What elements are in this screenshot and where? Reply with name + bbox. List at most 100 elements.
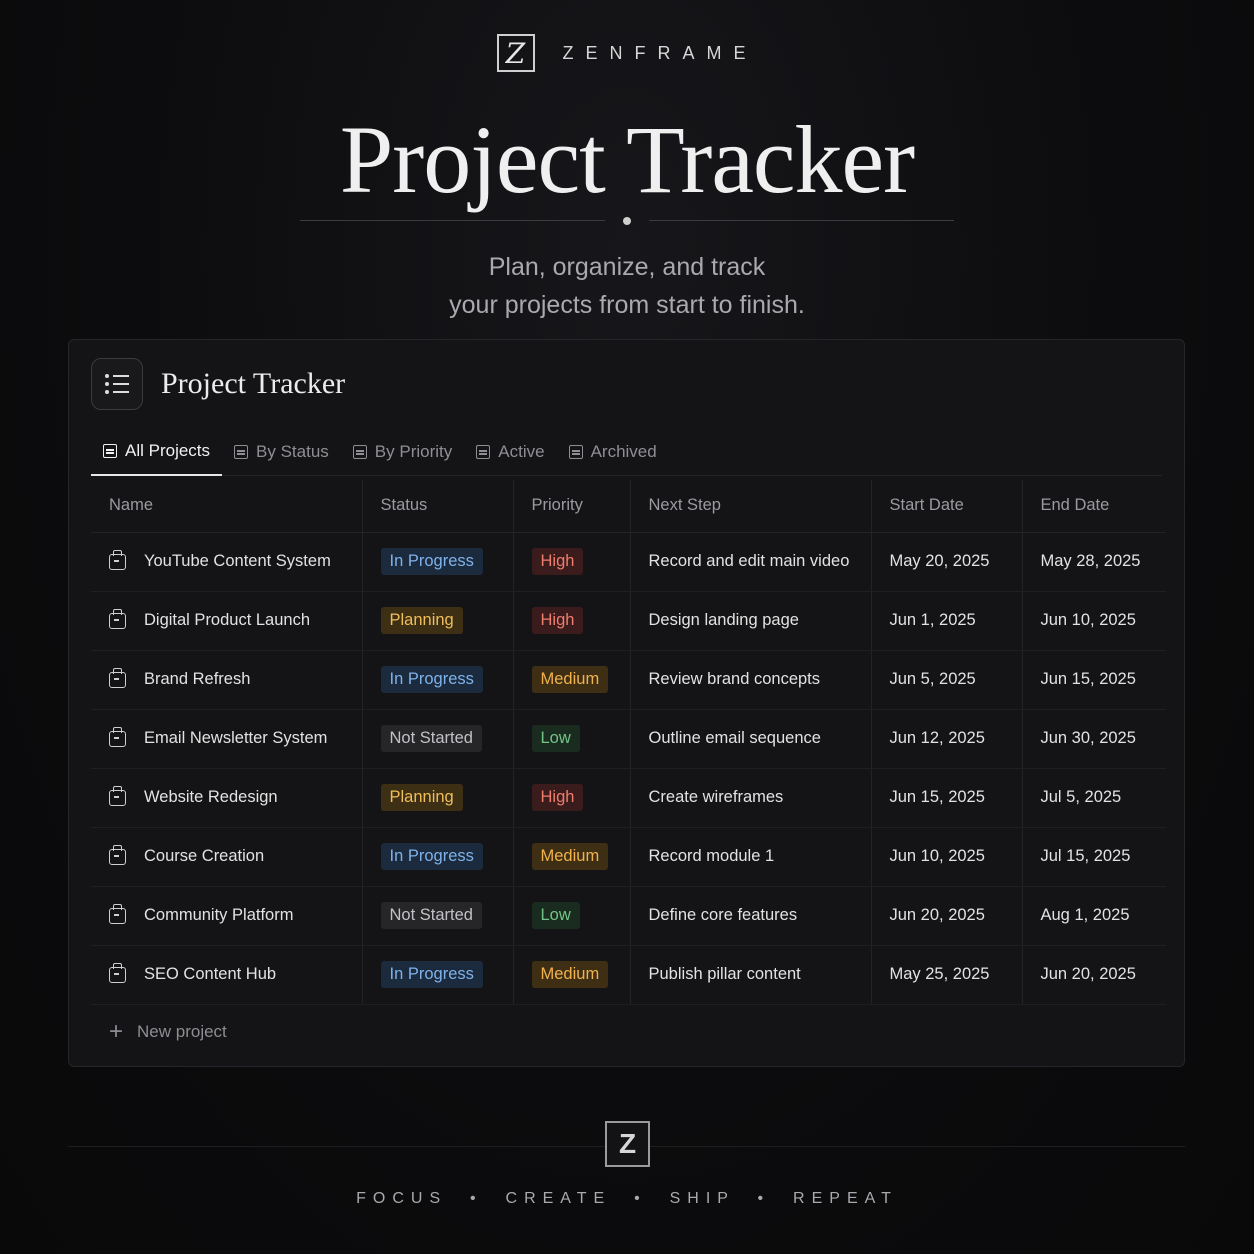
cell-status[interactable]: Not Started: [362, 886, 514, 946]
tab-all-projects[interactable]: All Projects: [91, 430, 223, 476]
footer-tagline: FOCUS • CREATE • SHIP • REPEAT: [356, 1190, 898, 1207]
table-row[interactable]: Course Creation In Progress Medium Recor…: [91, 827, 1166, 887]
cell-end-date[interactable]: Jun 10, 2025: [1022, 591, 1166, 651]
cell-status[interactable]: In Progress: [362, 650, 514, 710]
tab-archived[interactable]: Archived: [557, 430, 669, 474]
project-name: Community Platform: [109, 903, 362, 925]
cell-status[interactable]: In Progress: [362, 532, 514, 592]
cell-next-step[interactable]: Record and edit main video: [630, 532, 872, 592]
priority-badge: Medium: [531, 843, 609, 870]
project-icon: [109, 549, 126, 570]
board-icon: [234, 445, 249, 459]
cell-next-step[interactable]: Record module 1: [630, 827, 872, 887]
project-name-text: YouTube Content System: [144, 552, 331, 570]
status-badge: In Progress: [380, 961, 483, 988]
cell-start-date[interactable]: May 25, 2025: [871, 945, 1023, 1005]
column-header-start-date[interactable]: Start Date: [871, 480, 1023, 533]
brand-name: ZENFRAME: [562, 42, 758, 63]
cell-name[interactable]: Brand Refresh: [91, 650, 363, 710]
table-row[interactable]: Email Newsletter System Not Started Low …: [91, 709, 1166, 769]
cell-end-date[interactable]: May 28, 2025: [1022, 532, 1166, 592]
project-icon: [109, 608, 126, 629]
cell-next-step[interactable]: Create wireframes: [630, 768, 872, 828]
project-name: Website Redesign: [109, 785, 362, 807]
cell-priority[interactable]: High: [513, 532, 631, 592]
cell-start-date[interactable]: Jun 15, 2025: [871, 768, 1023, 828]
cell-next-step[interactable]: Outline email sequence: [630, 709, 872, 769]
project-name-text: Brand Refresh: [144, 670, 251, 688]
priority-badge: Medium: [531, 961, 609, 988]
cell-name[interactable]: Email Newsletter System: [91, 709, 363, 769]
cell-end-date[interactable]: Jun 20, 2025: [1022, 945, 1166, 1005]
cell-name[interactable]: Community Platform: [91, 886, 363, 946]
list-view-icon: [568, 445, 583, 459]
table-row[interactable]: Website Redesign Planning High Create wi…: [91, 768, 1166, 828]
priority-badge: Medium: [531, 666, 609, 693]
project-name-text: Community Platform: [144, 906, 294, 924]
plus-icon: +: [109, 1018, 124, 1045]
table-row[interactable]: SEO Content Hub In Progress Medium Publi…: [91, 945, 1166, 1005]
cell-status[interactable]: Not Started: [362, 709, 514, 769]
project-name-text: Email Newsletter System: [144, 729, 328, 747]
cell-name[interactable]: YouTube Content System: [91, 532, 363, 592]
column-header-name[interactable]: Name: [91, 480, 363, 533]
cell-start-date[interactable]: Jun 10, 2025: [871, 827, 1023, 887]
cell-end-date[interactable]: Jun 30, 2025: [1022, 709, 1166, 769]
cell-end-date[interactable]: Jul 5, 2025: [1022, 768, 1166, 828]
status-badge: In Progress: [380, 548, 483, 575]
table-row[interactable]: Brand Refresh In Progress Medium Review …: [91, 650, 1166, 710]
cell-name[interactable]: Course Creation: [91, 827, 363, 887]
cell-priority[interactable]: Medium: [513, 945, 631, 1005]
cell-status[interactable]: In Progress: [362, 827, 514, 887]
table-row[interactable]: Community Platform Not Started Low Defin…: [91, 886, 1166, 946]
project-icon: [109, 962, 126, 983]
cell-status[interactable]: Planning: [362, 591, 514, 651]
table-header-row: Name Status Priority Next Step Start Dat…: [91, 480, 1166, 533]
cell-next-step[interactable]: Publish pillar content: [630, 945, 872, 1005]
tab-by-status[interactable]: By Status: [222, 430, 341, 474]
cell-end-date[interactable]: Aug 1, 2025: [1022, 886, 1166, 946]
table-row[interactable]: YouTube Content System In Progress High …: [91, 532, 1166, 592]
cell-end-date[interactable]: Jun 15, 2025: [1022, 650, 1166, 710]
cell-name[interactable]: SEO Content Hub: [91, 945, 363, 1005]
status-badge: Not Started: [380, 725, 482, 752]
cell-start-date[interactable]: Jun 1, 2025: [871, 591, 1023, 651]
column-header-priority[interactable]: Priority: [513, 480, 631, 533]
column-header-end-date[interactable]: End Date: [1022, 480, 1166, 533]
cell-next-step[interactable]: Define core features: [630, 886, 872, 946]
cell-priority[interactable]: Low: [513, 886, 631, 946]
column-header-next-step[interactable]: Next Step: [630, 480, 872, 533]
cell-status[interactable]: Planning: [362, 768, 514, 828]
panel-header: Project Tracker: [91, 358, 345, 410]
board-icon: [352, 445, 367, 459]
list-icon[interactable]: [91, 358, 143, 410]
cell-next-step[interactable]: Design landing page: [630, 591, 872, 651]
column-header-status[interactable]: Status: [362, 480, 514, 533]
cell-priority[interactable]: Medium: [513, 650, 631, 710]
cell-start-date[interactable]: May 20, 2025: [871, 532, 1023, 592]
cell-start-date[interactable]: Jun 20, 2025: [871, 886, 1023, 946]
cell-start-date[interactable]: Jun 5, 2025: [871, 650, 1023, 710]
status-badge: Planning: [380, 784, 463, 811]
cell-start-date[interactable]: Jun 12, 2025: [871, 709, 1023, 769]
tab-label: All Projects: [125, 441, 211, 460]
status-badge: In Progress: [380, 666, 483, 693]
priority-badge: Low: [531, 725, 580, 752]
tab-by-priority[interactable]: By Priority: [341, 430, 464, 474]
cell-priority[interactable]: Medium: [513, 827, 631, 887]
new-project-button[interactable]: + New project: [109, 1020, 227, 1044]
status-badge: Planning: [380, 607, 463, 634]
table-row[interactable]: Digital Product Launch Planning High Des…: [91, 591, 1166, 651]
project-name-text: Website Redesign: [144, 788, 278, 806]
tab-active[interactable]: Active: [464, 430, 556, 474]
cell-priority[interactable]: High: [513, 591, 631, 651]
tab-label: By Status: [256, 442, 329, 461]
cell-priority[interactable]: Low: [513, 709, 631, 769]
cell-name[interactable]: Digital Product Launch: [91, 591, 363, 651]
cell-priority[interactable]: High: [513, 768, 631, 828]
cell-name[interactable]: Website Redesign: [91, 768, 363, 828]
cell-next-step[interactable]: Review brand concepts: [630, 650, 872, 710]
cell-status[interactable]: In Progress: [362, 945, 514, 1005]
cell-end-date[interactable]: Jul 15, 2025: [1022, 827, 1166, 887]
tab-label: Active: [498, 442, 545, 461]
